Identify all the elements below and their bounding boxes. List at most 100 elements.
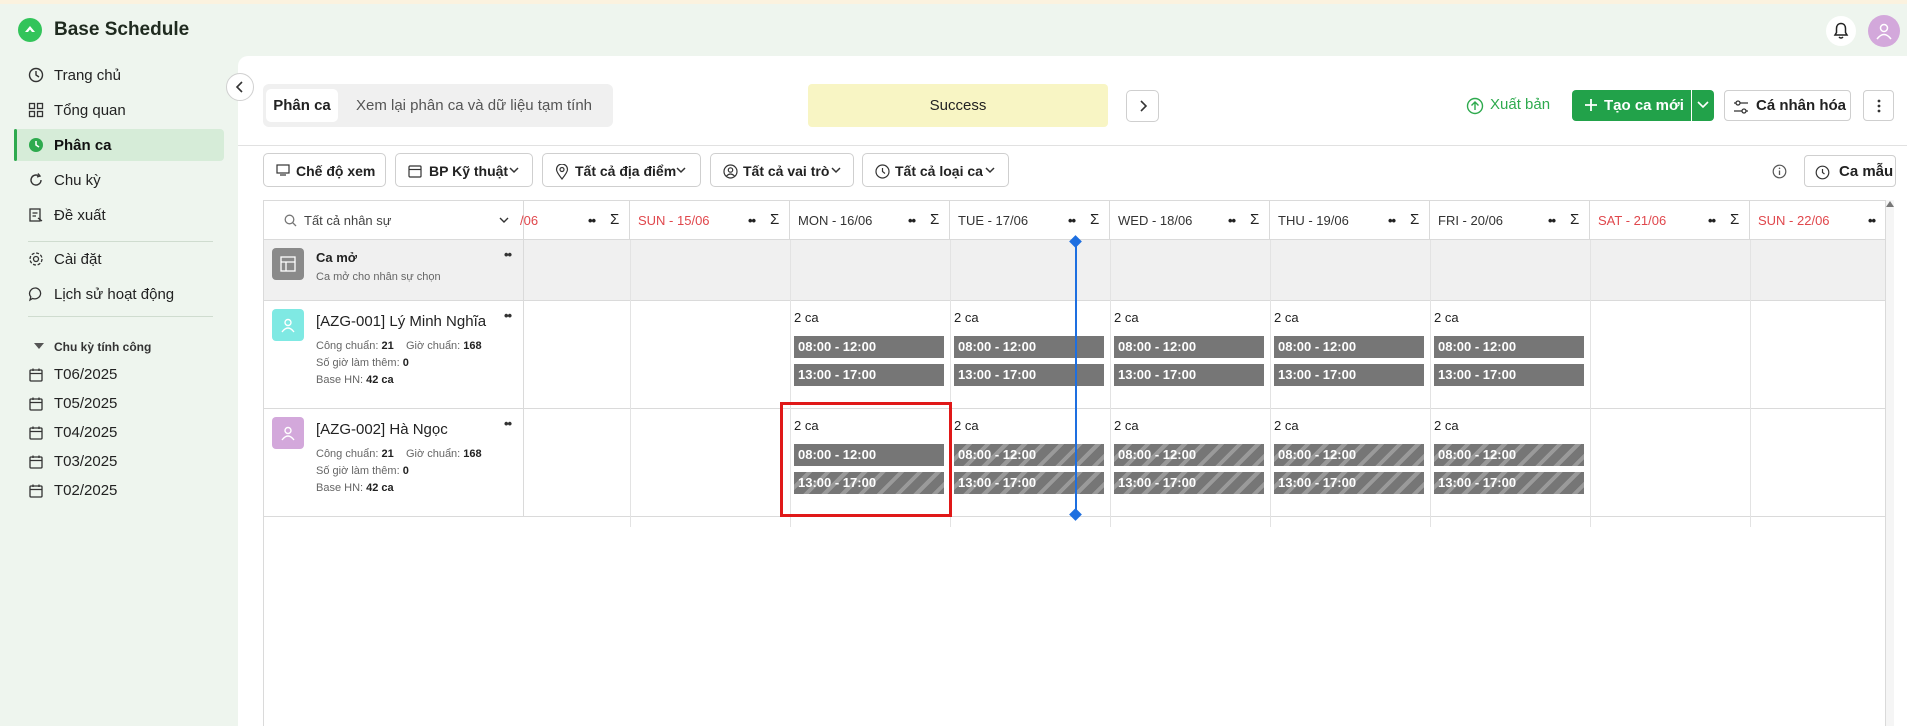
staff-search-select[interactable]: Tất cả nhân sự [264,201,524,240]
sidebar-item-label: Lịch sử hoạt động [54,286,175,303]
day-header[interactable]: /06 •• Σ [520,201,630,240]
sidebar-item-label: Cài đặt [54,251,102,268]
day-header[interactable]: FRI - 20/06 •• Σ [1430,201,1590,240]
role-filter[interactable]: Tất cả vai trò [710,153,854,187]
staff-name[interactable]: [AZG-001] Lý Minh Nghĩa [316,313,486,330]
sidebar-item-cycle[interactable]: Chu kỳ [14,164,224,196]
sidebar-item-activity[interactable]: Lịch sử hoạt động [14,278,224,310]
shift-block[interactable]: 08:00 - 12:00 [1434,336,1584,358]
tab-shift-assignment[interactable]: Phân ca [266,89,338,122]
sum-icon[interactable]: Σ [1730,211,1739,228]
sidebar-item-requests[interactable]: Đề xuất [14,199,224,231]
vertical-scrollbar[interactable] [1886,200,1894,726]
sum-icon[interactable]: Σ [930,211,939,228]
day-label: SUN - 15/06 [638,213,710,228]
shift-block[interactable]: 08:00 - 12:00 [1114,444,1264,466]
day-header[interactable]: SUN - 22/06 •• [1750,201,1885,240]
caret-down-icon[interactable] [34,343,44,349]
shift-block[interactable]: 08:00 - 12:00 [794,444,944,466]
next-week-button[interactable] [1126,90,1159,122]
shift-block[interactable]: 13:00 - 17:00 [1274,364,1424,386]
personalize-label: Cá nhân hóa [1756,97,1847,114]
sum-icon[interactable]: Σ [1570,211,1579,228]
user-avatar[interactable] [1868,15,1900,47]
shift-block[interactable]: 08:00 - 12:00 [794,336,944,358]
period-item[interactable]: T02/2025 [26,478,206,504]
collapse-sidebar-button[interactable] [226,73,254,101]
more-dots-icon[interactable]: •• [1548,213,1556,228]
sidebar-item-label: Phân ca [54,137,112,154]
location-filter[interactable]: Tất cả địa điểm [542,153,701,187]
sidebar-item-home[interactable]: Trang chủ [14,59,224,91]
period-item[interactable]: T05/2025 [26,391,206,417]
more-dots-icon[interactable]: •• [1868,213,1876,228]
sum-icon[interactable]: Σ [1410,211,1419,228]
publish-label: Xuất bản [1490,96,1551,113]
day-header[interactable]: SUN - 15/06 •• Σ [630,201,790,240]
more-dots-icon[interactable]: •• [588,213,596,228]
shift-template-button[interactable]: Ca mẫu [1804,155,1896,187]
more-dots-icon[interactable]: •• [908,213,916,228]
period-item[interactable]: T04/2025 [26,420,206,446]
scroll-up-arrow-icon[interactable] [1886,201,1894,207]
shift-block[interactable]: 08:00 - 12:00 [1274,444,1424,466]
staff-info: [AZG-002] Hà Ngọc •• Công chuẩn: 21 Giờ … [264,409,524,517]
more-dots-icon[interactable]: •• [1708,213,1716,228]
day-header[interactable]: TUE - 17/06 •• Σ [950,201,1110,240]
shift-block[interactable]: 13:00 - 17:00 [1434,364,1584,386]
more-dots-icon[interactable]: •• [1068,213,1076,228]
sidebar-item-settings[interactable]: Cài đặt [14,243,224,275]
shift-block[interactable]: 13:00 - 17:00 [1114,472,1264,494]
sum-icon[interactable]: Σ [610,211,619,228]
personalize-button[interactable]: Cá nhân hóa [1724,90,1851,121]
period-item[interactable]: T03/2025 [26,449,206,475]
sum-icon[interactable]: Σ [1090,211,1099,228]
sum-icon[interactable]: Σ [1250,211,1259,228]
shift-block[interactable]: 13:00 - 17:00 [794,472,944,494]
sum-icon[interactable]: Σ [770,211,779,228]
column-divider [1110,240,1111,527]
row-menu-icon[interactable]: •• [504,247,512,262]
day-header[interactable]: SAT - 21/06 •• Σ [1590,201,1750,240]
row-menu-icon[interactable]: •• [504,308,512,323]
department-filter[interactable]: BP Kỹ thuật [395,153,533,187]
shift-block[interactable]: 08:00 - 12:00 [1114,336,1264,358]
shift-block[interactable]: 13:00 - 17:00 [794,364,944,386]
more-options-button[interactable] [1863,90,1894,121]
staff-avatar [272,309,304,341]
shift-block[interactable]: 13:00 - 17:00 [1434,472,1584,494]
shift-block[interactable]: 08:00 - 12:00 [954,336,1104,358]
notification-bell-icon[interactable] [1826,16,1856,46]
view-mode-filter[interactable]: Chế độ xem [263,153,386,187]
info-icon[interactable] [1772,164,1787,179]
more-dots-icon[interactable]: •• [1228,213,1236,228]
period-item[interactable]: T06/2025 [26,362,206,388]
more-dots-icon[interactable]: •• [748,213,756,228]
staff-name[interactable]: [AZG-002] Hà Ngọc [316,421,448,438]
row-menu-icon[interactable]: •• [504,416,512,431]
shift-block[interactable]: 13:00 - 17:00 [1114,364,1264,386]
shift-block[interactable]: 13:00 - 17:00 [954,364,1104,386]
sidebar-item-overview[interactable]: Tổng quan [14,94,224,126]
day-header[interactable]: MON - 16/06 •• Σ [790,201,950,240]
day-header[interactable]: THU - 19/06 •• Σ [1270,201,1430,240]
create-shift-dropdown[interactable] [1692,90,1714,121]
create-shift-button[interactable]: Tạo ca mới [1572,90,1691,121]
gear-icon [28,251,44,267]
shift-count: 2 ca [1434,418,1459,433]
active-indicator [14,129,17,161]
shift-type-filter[interactable]: Tất cả loại ca [862,153,1009,187]
day-header[interactable]: WED - 18/06 •• Σ [1110,201,1270,240]
location-label: Tất cả địa điểm [575,163,677,179]
shift-block[interactable]: 13:00 - 17:00 [954,472,1104,494]
app-title: Base Schedule [54,19,190,40]
sidebar-item-shifts[interactable]: Phân ca [14,129,224,161]
tab-review[interactable]: Xem lại phân ca và dữ liệu tạm tính [356,97,592,114]
column-divider [1750,240,1751,527]
search-icon [284,214,297,227]
shift-block[interactable]: 13:00 - 17:00 [1274,472,1424,494]
shift-block[interactable]: 08:00 - 12:00 [954,444,1104,466]
shift-block[interactable]: 08:00 - 12:00 [1274,336,1424,358]
shift-block[interactable]: 08:00 - 12:00 [1434,444,1584,466]
more-dots-icon[interactable]: •• [1388,213,1396,228]
